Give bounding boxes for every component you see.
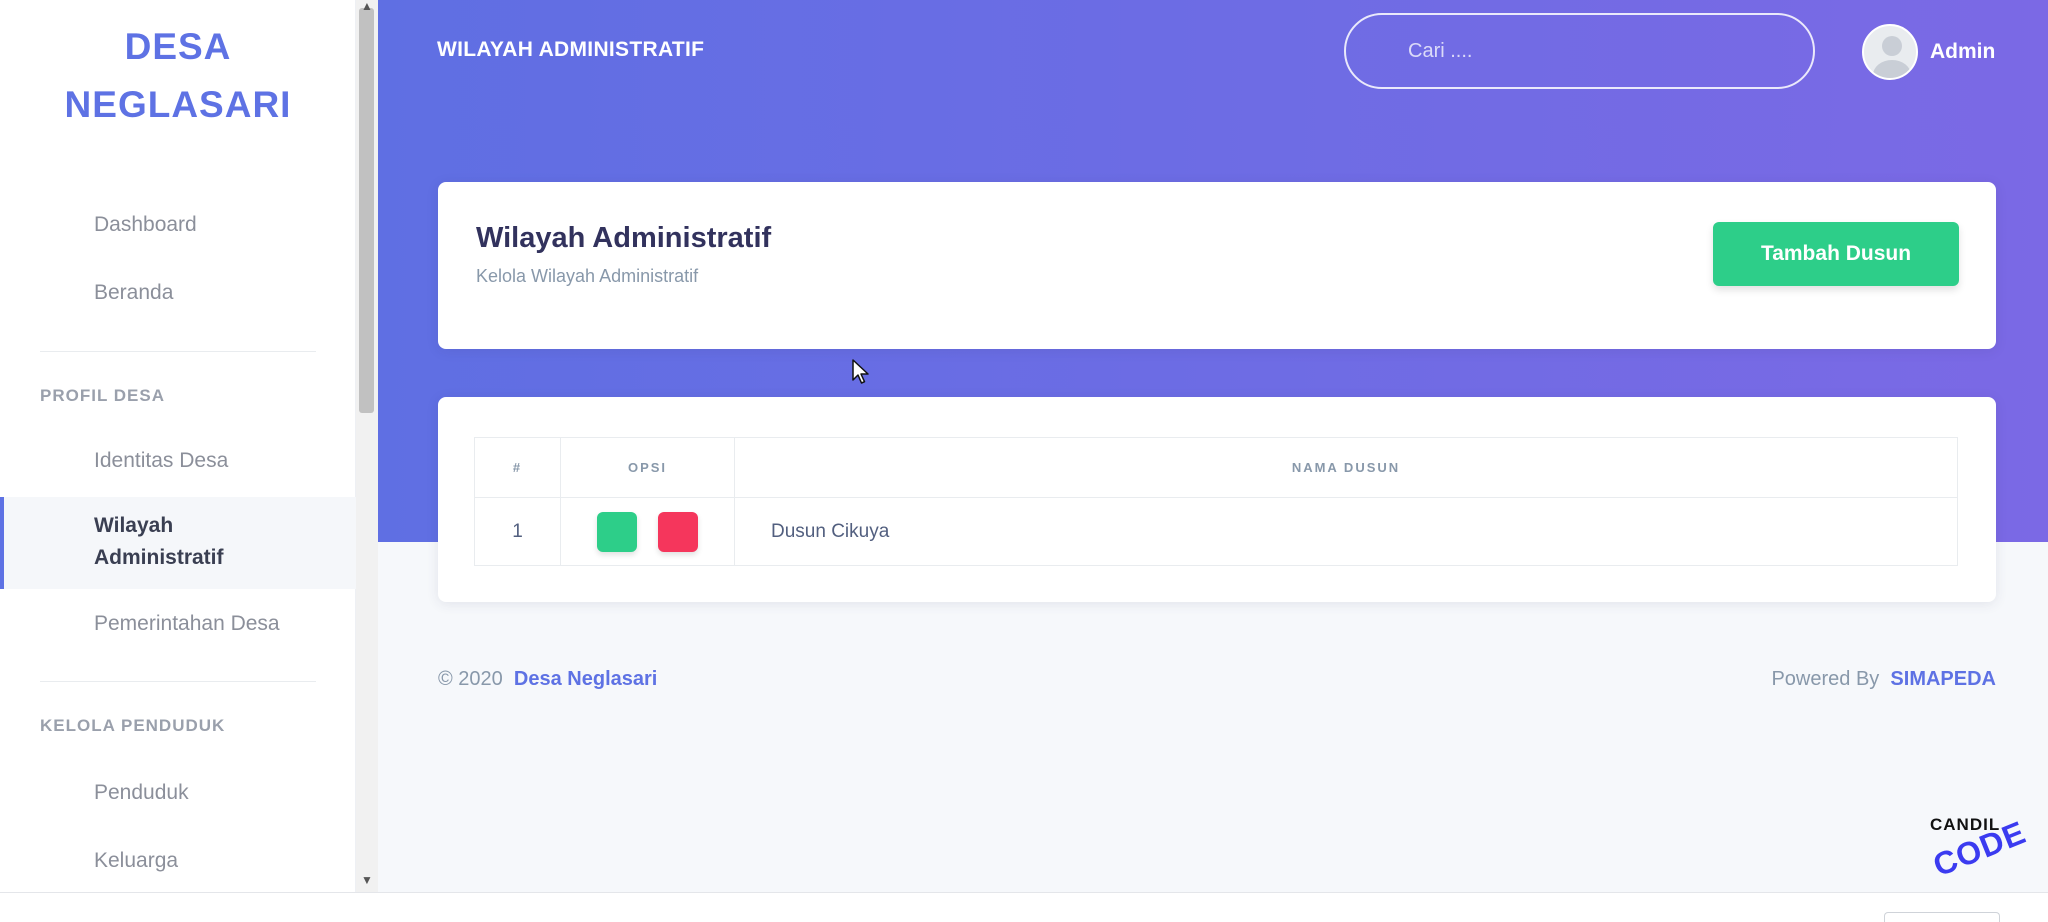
brand-logo-text[interactable]: DESA NEGLASARI	[0, 18, 356, 134]
table-card: # OPSI NAMA DUSUN 1 Dusun Cikuya	[438, 397, 1996, 602]
title-card: Wilayah Administratif Kelola Wilayah Adm…	[438, 182, 1996, 349]
edit-button[interactable]	[596, 511, 637, 552]
sidebar-heading-penduduk: KELOLA PENDUDUK	[40, 716, 226, 735]
user-icon-body	[1873, 60, 1911, 78]
add-dusun-button[interactable]: Tambah Dusun	[1713, 222, 1959, 286]
footer-link-desa[interactable]: Desa Neglasari	[514, 668, 657, 690]
footer-powered: Powered By SIMAPEDA	[1771, 668, 1996, 691]
sidebar-item-beranda[interactable]: Beranda	[94, 281, 173, 305]
brand-line-2: NEGLASARI	[64, 84, 292, 125]
sidebar-divider	[40, 351, 316, 352]
sidebar-item-keluarga[interactable]: Keluarga	[94, 849, 178, 873]
powered-by-text: Powered By	[1771, 668, 1880, 690]
avatar[interactable]	[1862, 24, 1918, 80]
delete-button[interactable]	[658, 511, 699, 552]
sidebar-item-dashboard[interactable]: Dashboard	[94, 213, 197, 237]
bottom-button[interactable]	[1884, 912, 2000, 922]
row-number: 1	[474, 497, 561, 566]
sidebar-scrollbar-thumb[interactable]	[359, 8, 374, 413]
row-nama-dusun: Dusun Cikuya	[734, 497, 1958, 566]
dusun-table: # OPSI NAMA DUSUN 1 Dusun Cikuya	[474, 437, 1958, 566]
user-icon	[1882, 36, 1902, 56]
page-heading: WILAYAH ADMINISTRATIF	[437, 38, 705, 61]
sidebar-heading-profil: PROFIL DESA	[40, 386, 165, 405]
column-header-nama-dusun[interactable]: NAMA DUSUN	[734, 437, 1958, 498]
copyright-text: © 2020	[438, 668, 503, 690]
app-window: DESA NEGLASARI Dashboard Beranda PROFIL …	[0, 0, 2048, 922]
row-options	[560, 497, 735, 566]
brand-line-1: DESA	[124, 26, 232, 67]
sidebar-divider	[40, 681, 316, 682]
sidebar-item-identitas-desa[interactable]: Identitas Desa	[94, 449, 228, 473]
card-subtitle: Kelola Wilayah Administratif	[476, 266, 699, 286]
bottom-bar	[0, 892, 2048, 922]
column-header-number[interactable]: #	[474, 437, 561, 498]
scroll-down-arrow-icon[interactable]: ▼	[360, 874, 374, 886]
column-header-options[interactable]: OPSI	[560, 437, 735, 498]
card-title: Wilayah Administratif	[476, 222, 772, 254]
sidebar-item-penduduk[interactable]: Penduduk	[94, 781, 189, 805]
table-row: 1 Dusun Cikuya	[474, 497, 1958, 566]
sidebar: DESA NEGLASARI Dashboard Beranda PROFIL …	[0, 0, 356, 922]
footer-link-simapeda[interactable]: SIMAPEDA	[1890, 668, 1996, 690]
table-header-row: # OPSI NAMA DUSUN	[474, 437, 1958, 498]
search-input[interactable]	[1344, 13, 1815, 89]
sidebar-item-pemerintahan-desa[interactable]: Pemerintahan Desa	[94, 612, 280, 636]
scroll-up-arrow-icon[interactable]: ▲	[360, 0, 374, 12]
mouse-cursor-icon	[852, 359, 869, 384]
sidebar-item-wilayah-label: Wilayah Administratif	[94, 514, 224, 569]
footer-copyright: © 2020 Desa Neglasari	[438, 668, 657, 691]
user-name[interactable]: Admin	[1930, 40, 1995, 64]
